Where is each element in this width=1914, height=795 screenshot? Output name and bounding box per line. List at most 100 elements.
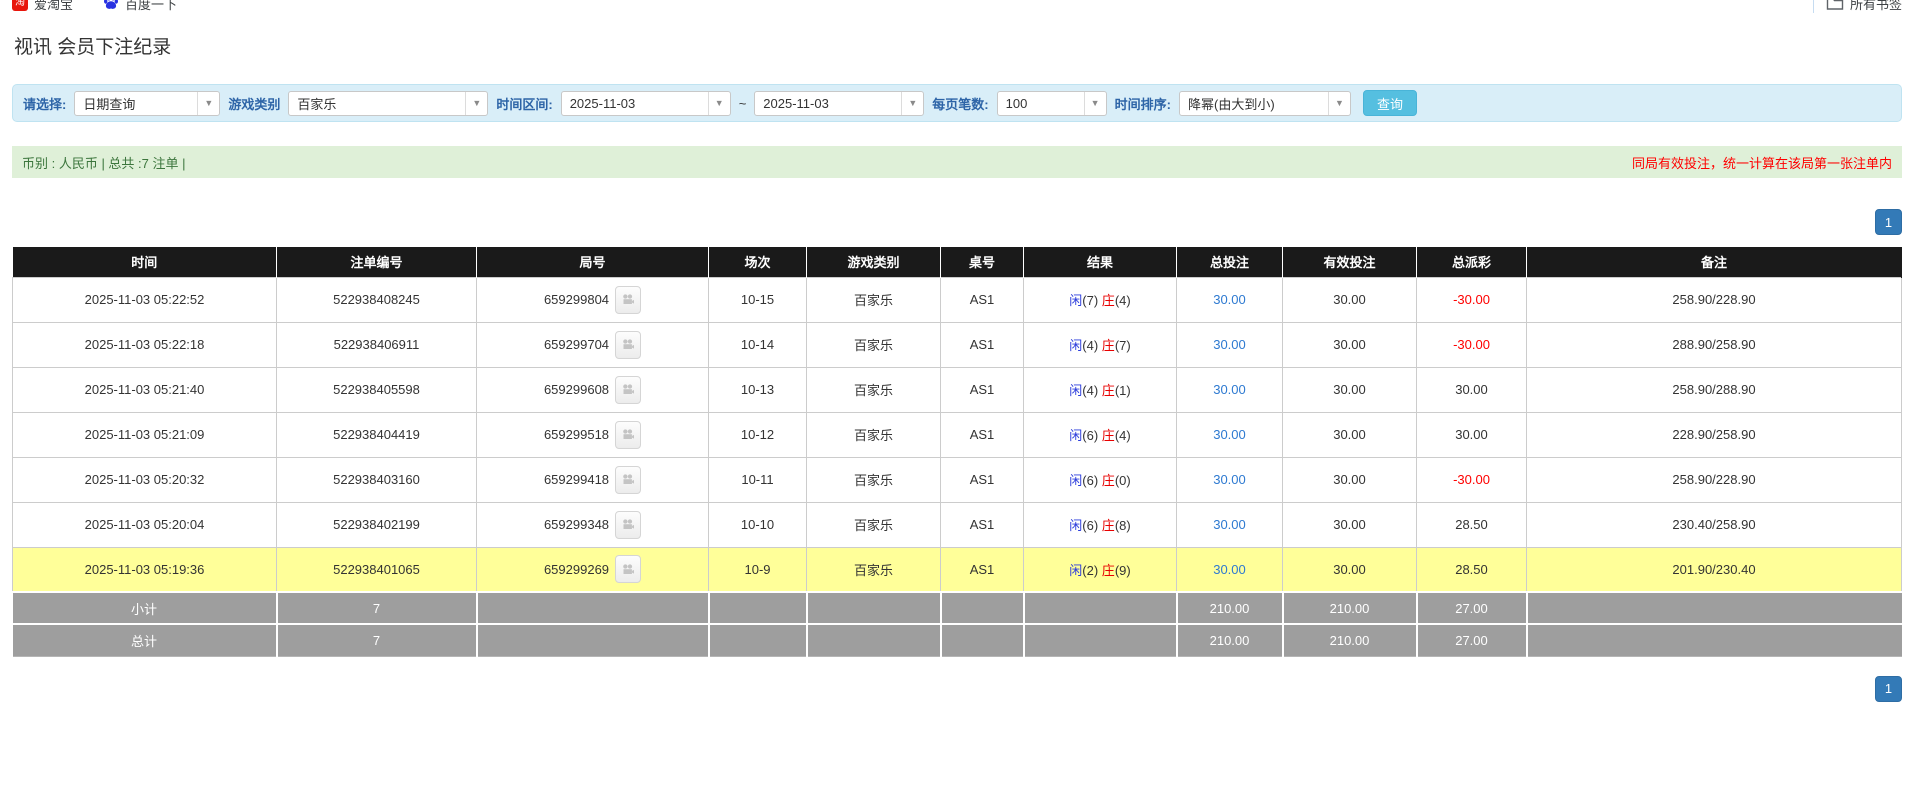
header-result: 结果 bbox=[1023, 247, 1177, 277]
cell-bet-number: 522938404419 bbox=[276, 411, 477, 458]
cell-note: 258.90/228.90 bbox=[1526, 456, 1902, 503]
result-banker-label: 庄 bbox=[1101, 428, 1115, 443]
total-game-empty bbox=[806, 591, 942, 624]
header-time: 时间 bbox=[12, 247, 277, 277]
page-1-button[interactable]: 1 bbox=[1875, 209, 1902, 235]
cell-round-number: 659299269 bbox=[476, 546, 709, 593]
cell-total-payout: -30.00 bbox=[1416, 456, 1527, 503]
video-replay-button[interactable] bbox=[615, 510, 642, 539]
page-1-button[interactable]: 1 bbox=[1875, 675, 1902, 702]
cell-note: 230.40/258.90 bbox=[1526, 501, 1902, 548]
video-replay-button[interactable] bbox=[615, 465, 642, 494]
round-number-text: 659299418 bbox=[543, 472, 610, 487]
cell-result: 闲(6) 庄(0) bbox=[1023, 456, 1177, 503]
round-number-text: 659299608 bbox=[543, 382, 610, 397]
subtotal-row: 小计 7 210.00 210.00 27.00 bbox=[12, 591, 1902, 624]
video-replay-button[interactable] bbox=[615, 555, 642, 584]
query-type-select[interactable]: 日期查询 ▼ bbox=[74, 90, 221, 116]
game-category-select[interactable]: 百家乐 ▼ bbox=[288, 90, 489, 116]
total-table-empty bbox=[940, 591, 1025, 624]
total-bet-link[interactable]: 30.00 bbox=[1213, 427, 1246, 442]
total-bet-link[interactable]: 30.00 bbox=[1213, 382, 1246, 397]
cell-session: 10-15 bbox=[708, 276, 807, 323]
chevron-down-icon[interactable]: ▼ bbox=[197, 91, 220, 115]
cell-round-number: 659299348 bbox=[476, 501, 709, 548]
select-type-label: 请选择: bbox=[23, 96, 67, 112]
summary-bar: 币别 : 人民币 | 总共 :7 注单 | 同局有效投注，统一计算在该局第一张注… bbox=[12, 146, 1902, 178]
game-category-value: 百家乐 bbox=[297, 96, 337, 112]
result-player-label: 闲 bbox=[1069, 338, 1083, 353]
video-replay-button[interactable] bbox=[615, 330, 642, 359]
cell-result: 闲(2) 庄(9) bbox=[1023, 546, 1177, 593]
date-to-picker[interactable]: 2025-11-03 ▼ bbox=[754, 90, 925, 116]
page-size-select[interactable]: 100 ▼ bbox=[996, 90, 1107, 116]
chevron-down-icon[interactable]: ▼ bbox=[465, 91, 488, 115]
total-valid-bet-sum: 210.00 bbox=[1282, 591, 1418, 624]
film-icon bbox=[623, 294, 635, 304]
cell-result: 闲(6) 庄(4) bbox=[1023, 411, 1177, 458]
cell-valid-bet: 30.00 bbox=[1282, 546, 1417, 593]
total-bet-link[interactable]: 30.00 bbox=[1213, 292, 1246, 307]
total-bet-link[interactable]: 30.00 bbox=[1213, 562, 1246, 577]
film-icon bbox=[623, 429, 635, 439]
taobao-icon: 淘 bbox=[12, 0, 28, 11]
total-payout-sum: 27.00 bbox=[1416, 591, 1528, 624]
result-player-score: (4) bbox=[1082, 383, 1102, 398]
film-icon bbox=[623, 339, 635, 349]
pagination-bottom: 1 bbox=[0, 675, 1902, 702]
total-round-empty bbox=[476, 591, 710, 624]
total-bet-link[interactable]: 30.00 bbox=[1213, 517, 1246, 532]
header-table-number: 桌号 bbox=[940, 247, 1024, 277]
cell-bet-number: 522938405598 bbox=[276, 366, 477, 413]
query-type-value: 日期查询 bbox=[83, 96, 136, 112]
cell-time: 2025-11-03 05:21:09 bbox=[12, 411, 277, 458]
time-range-label: 时间区间: bbox=[496, 96, 553, 112]
total-bet-link[interactable]: 30.00 bbox=[1213, 337, 1246, 352]
chevron-down-icon[interactable]: ▼ bbox=[1327, 91, 1350, 115]
all-bookmarks-button[interactable]: 所有书签 bbox=[1826, 0, 1902, 13]
same-round-notice-text: 同局有效投注，统一计算在该局第一张注单内 bbox=[1631, 155, 1892, 171]
video-replay-button[interactable] bbox=[615, 420, 642, 449]
cell-total-bet: 30.00 bbox=[1176, 456, 1283, 503]
cell-table-number: AS1 bbox=[940, 456, 1024, 503]
round-number-text: 659299518 bbox=[543, 427, 610, 442]
result-banker-label: 庄 bbox=[1101, 518, 1115, 533]
total-result-empty bbox=[1023, 623, 1178, 657]
bookmark-baidu[interactable]: 百度一下 bbox=[103, 0, 177, 13]
video-replay-button[interactable] bbox=[615, 285, 642, 314]
chevron-down-icon[interactable]: ▼ bbox=[707, 91, 730, 115]
cell-session: 10-12 bbox=[708, 411, 807, 458]
cell-valid-bet: 30.00 bbox=[1282, 366, 1417, 413]
result-banker-score: (7) bbox=[1114, 338, 1131, 353]
chevron-down-icon[interactable]: ▼ bbox=[1083, 91, 1106, 115]
game-category-label: 游戏类别 bbox=[228, 96, 281, 112]
result-banker-score: (8) bbox=[1114, 518, 1131, 533]
total-round-empty bbox=[476, 623, 710, 657]
total-bet-link[interactable]: 30.00 bbox=[1213, 472, 1246, 487]
time-sort-select[interactable]: 降幂(由大到小) ▼ bbox=[1178, 90, 1351, 116]
video-replay-button[interactable] bbox=[615, 375, 642, 404]
header-round-number: 局号 bbox=[476, 247, 709, 277]
chevron-down-icon[interactable]: ▼ bbox=[901, 91, 924, 115]
cell-time: 2025-11-03 05:22:18 bbox=[12, 321, 277, 368]
cell-table-number: AS1 bbox=[940, 501, 1024, 548]
table-row: 2025-11-03 05:21:40 522938405598 659299608… bbox=[12, 366, 1902, 413]
result-banker-score: (1) bbox=[1114, 383, 1131, 398]
table-row: 2025-11-03 05:20:04 522938402199 659299348… bbox=[12, 501, 1902, 548]
cell-total-bet: 30.00 bbox=[1176, 411, 1283, 458]
bookmarks-divider bbox=[1812, 0, 1814, 13]
cell-game-category: 百家乐 bbox=[806, 456, 941, 503]
result-banker-label: 庄 bbox=[1101, 293, 1115, 308]
time-sort-value: 降幂(由大到小) bbox=[1187, 96, 1275, 112]
date-from-picker[interactable]: 2025-11-03 ▼ bbox=[560, 90, 731, 116]
bookmark-aitaobao[interactable]: 淘 爱淘宝 bbox=[12, 0, 73, 13]
cell-note: 288.90/258.90 bbox=[1526, 321, 1902, 368]
cell-note: 228.90/258.90 bbox=[1526, 411, 1902, 458]
result-banker-label: 庄 bbox=[1101, 473, 1115, 488]
cell-time: 2025-11-03 05:21:40 bbox=[12, 366, 277, 413]
search-button[interactable]: 查询 bbox=[1362, 90, 1417, 116]
table-header-row: 时间 注单编号 局号 场次 游戏类别 桌号 结果 总投注 有效投注 总派彩 备注 bbox=[12, 247, 1902, 277]
result-player-score: (2) bbox=[1082, 562, 1102, 578]
cell-time: 2025-11-03 05:19:36 bbox=[12, 546, 277, 593]
cell-table-number: AS1 bbox=[940, 321, 1024, 368]
